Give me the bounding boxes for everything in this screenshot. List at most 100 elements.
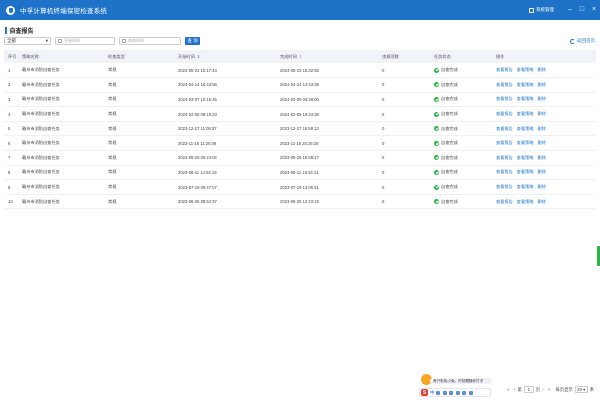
delete-link[interactable]: 删除 (538, 155, 546, 160)
view-report-link[interactable]: 查看报告 (496, 126, 513, 131)
status-badge: 自查完成 (434, 67, 492, 73)
page-size-select[interactable]: 20 ▾ (574, 386, 588, 393)
table-row: 10 赣州市消防自查任务 常规 2023-06-25 08:52:37 2023-06-… (4, 194, 596, 209)
delete-link[interactable]: 删除 (538, 96, 546, 101)
row-violation-count: 0 (382, 67, 385, 73)
row-start-time: 2023-09-25 06:24:02 (178, 155, 217, 161)
table-row: 6 赣州市消防自查任务 常规 2023-11-15 11:26:09 2023-11-1… (4, 136, 596, 151)
row-strategy-name: 赣州市消防自查任务 (22, 184, 60, 190)
delete-link[interactable]: 删除 (538, 169, 546, 174)
table-row: 9 赣州市消防自查任务 常规 2023-07-19 09:47:07 2023-07-1… (4, 180, 596, 195)
row-check-type: 常规 (108, 81, 117, 87)
sort-icon[interactable]: ⇕ (197, 54, 200, 59)
view-report-link[interactable]: 查看报告 (496, 96, 513, 101)
delete-link[interactable]: 删除 (538, 67, 546, 72)
delete-link[interactable]: 删除 (538, 82, 546, 87)
ime-mode-label[interactable]: 中 (430, 390, 434, 396)
last-page-button[interactable]: » (548, 387, 551, 393)
view-report-link[interactable]: 查看报告 (496, 111, 513, 116)
keyboard-icon[interactable] (455, 390, 460, 395)
view-strategy-link[interactable]: 查看策略 (517, 126, 534, 131)
status-badge: 自查完成 (434, 96, 492, 102)
row-violation-count: 0 (382, 126, 385, 132)
row-index: 6 (8, 140, 11, 146)
status-badge: 自查完成 (434, 184, 492, 190)
table-row: 4 赣州市消防自查任务 常规 2024-02-05 09:19:23 2024-02-0… (4, 107, 596, 122)
query-button[interactable]: 查 询 (185, 37, 200, 45)
ime-status-bar[interactable]: S 中 (419, 388, 491, 397)
view-strategy-link[interactable]: 查看策略 (517, 82, 534, 87)
view-strategy-link[interactable]: 查看策略 (517, 67, 534, 72)
view-report-link[interactable]: 查看报告 (496, 67, 513, 72)
row-status: 自查完成 (430, 194, 492, 209)
end-date-input[interactable]: 结束时间 (119, 37, 181, 45)
view-report-link[interactable]: 查看报告 (496, 199, 513, 204)
view-strategy-link[interactable]: 查看策略 (517, 111, 534, 116)
row-index: 8 (8, 169, 11, 175)
status-label: 自查完成 (441, 198, 458, 204)
col-header-start[interactable]: 开始时间 ⇕ (174, 50, 276, 63)
row-start-time: 2024-03-07 10:15:45 (178, 96, 217, 102)
next-page-button[interactable]: › (542, 387, 544, 393)
row-check-type: 常规 (108, 198, 117, 204)
minimize-button[interactable]: – (564, 0, 576, 20)
menu-icon[interactable] (468, 390, 473, 395)
view-strategy-link[interactable]: 查看策略 (517, 96, 534, 101)
view-strategy-link[interactable]: 查看策略 (517, 184, 534, 189)
row-index: 4 (8, 111, 11, 117)
type-select[interactable]: 全部 ▾ (4, 37, 51, 45)
user-menu[interactable]: 系统管理 (529, 7, 554, 13)
row-start-time: 2023-08-11 14:54:19 (178, 169, 217, 175)
ime-tip-bubble: 养只彩色小兔，时刻跟随你打字 (430, 378, 492, 384)
view-strategy-link[interactable]: 查看策略 (517, 155, 534, 160)
row-check-type: 常规 (108, 67, 117, 73)
back-home-link[interactable]: 返回首页 (570, 38, 595, 44)
row-check-type: 常规 (108, 125, 117, 131)
delete-link[interactable]: 删除 (538, 199, 546, 204)
status-label: 自查完成 (441, 67, 458, 73)
page-size-label: 每页显示 (555, 386, 573, 392)
row-index: 2 (8, 82, 11, 88)
col-header-end[interactable]: 完成时间 ⇕ (276, 50, 378, 63)
table-row: 7 赣州市消防自查任务 常规 2023-09-25 06:24:02 2023-09-2… (4, 151, 596, 166)
view-strategy-link[interactable]: 查看策略 (517, 199, 534, 204)
close-button[interactable]: × (588, 0, 600, 20)
toolbox-icon[interactable] (462, 390, 467, 395)
start-date-input[interactable]: 开始时间 (55, 37, 115, 45)
view-report-link[interactable]: 查看报告 (496, 155, 513, 160)
skin-icon[interactable] (449, 390, 454, 395)
delete-link[interactable]: 删除 (538, 111, 546, 116)
row-status: 自查完成 (430, 63, 492, 78)
page-number-input[interactable]: 1 (523, 386, 534, 393)
status-badge: 自查完成 (434, 155, 492, 161)
view-strategy-link[interactable]: 查看策略 (517, 169, 534, 174)
status-label: 自查完成 (441, 111, 458, 117)
status-label: 自查完成 (441, 125, 458, 131)
table-row: 1 赣州市消防自查任务 常规 2024-05-22 10:17:44 2024-05-2… (4, 63, 596, 78)
maximize-button[interactable]: □ (576, 0, 588, 20)
status-badge: 自查完成 (434, 126, 492, 132)
mic-icon[interactable] (442, 390, 447, 395)
view-report-link[interactable]: 查看报告 (496, 82, 513, 87)
status-badge: 自查完成 (434, 169, 492, 175)
status-label: 自查完成 (441, 154, 458, 160)
check-circle-icon (434, 199, 439, 205)
delete-link[interactable]: 删除 (538, 140, 546, 145)
row-end-time: 2024-02-05 19:24:38 (280, 111, 319, 117)
view-report-link[interactable]: 查看报告 (496, 184, 513, 189)
view-report-link[interactable]: 查看报告 (496, 140, 513, 145)
delete-link[interactable]: 删除 (538, 126, 546, 131)
punctuation-icon[interactable] (436, 390, 441, 395)
ime-logo-icon[interactable]: S (421, 389, 428, 396)
prev-page-button[interactable]: ‹ (514, 387, 516, 393)
table-row: 2 赣州市消防自查任务 常规 2024-04-14 16:43:56 2024-04-2… (4, 78, 596, 93)
title-bar: 中孚计算机终端保密检查系统 系统管理 – □ × (0, 0, 600, 20)
check-circle-icon (434, 169, 439, 175)
first-page-button[interactable]: « (507, 387, 510, 393)
delete-link[interactable]: 删除 (538, 184, 546, 189)
row-status: 自查完成 (430, 180, 492, 195)
sort-icon[interactable]: ⇕ (299, 54, 302, 59)
view-strategy-link[interactable]: 查看策略 (517, 140, 534, 145)
ime-toolbar: 养只彩色小兔，时刻跟随你打字 S 中 (418, 372, 494, 400)
view-report-link[interactable]: 查看报告 (496, 169, 513, 174)
